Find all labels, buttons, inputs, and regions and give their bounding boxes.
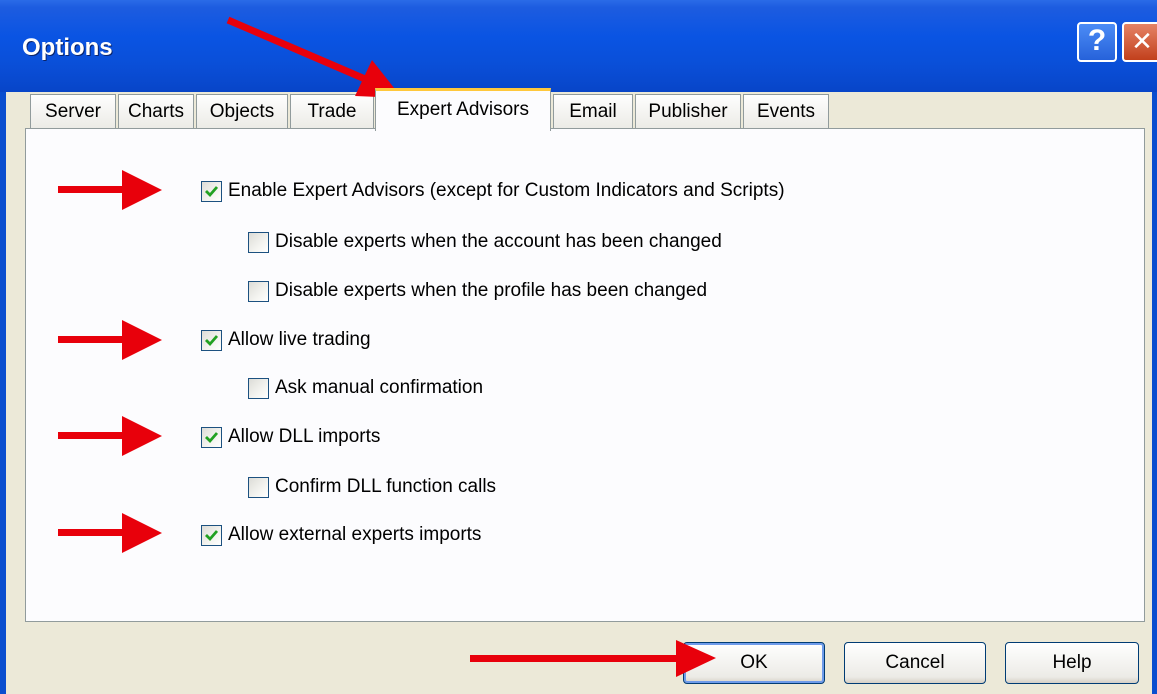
ok-pointer-arrow-icon: [470, 640, 716, 677]
tab-pointer-arrow-icon: [226, 16, 402, 98]
annotation-arrows: [58, 16, 716, 677]
tab-expert-advisors[interactable]: Expert Advisors: [375, 88, 551, 131]
option-pointer-arrow-icon: [58, 170, 162, 210]
option-pointer-arrow-icon: [58, 416, 162, 456]
option-pointer-arrow-icon: [58, 320, 162, 360]
option-pointer-arrow-icon: [58, 513, 162, 553]
